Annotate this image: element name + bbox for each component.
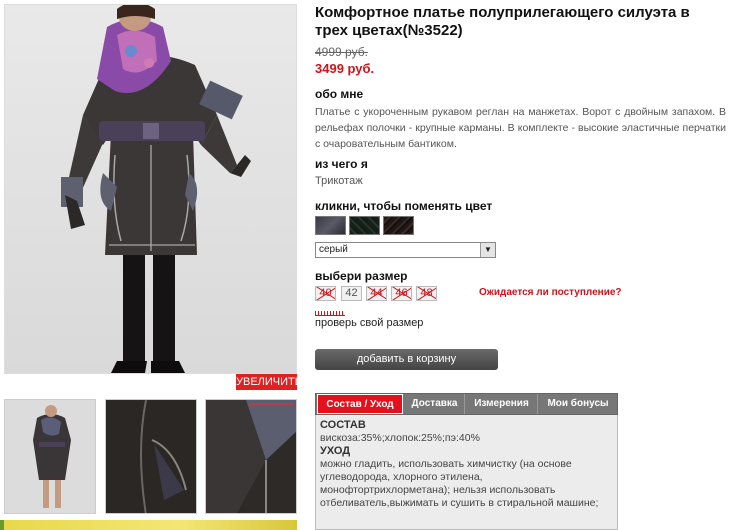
about-heading: обо мне <box>315 87 364 101</box>
size-option-48[interactable]: 48 <box>416 286 437 301</box>
info-tabs: Состав / Уход Доставка Измерения Мои бон… <box>315 393 618 415</box>
tab-delivery[interactable]: Доставка <box>405 394 465 414</box>
care-heading: УХОД <box>320 445 351 457</box>
composition-text: вискоза:35%;хлопок:25%;пэ:40% <box>320 432 480 444</box>
old-price: 4999 руб. <box>315 45 368 59</box>
tab-measurements[interactable]: Измерения <box>466 394 538 414</box>
color-select[interactable]: серый ▼ <box>315 242 496 258</box>
color-heading: кликни, чтобы поменять цвет <box>315 199 493 213</box>
tab-composition-care[interactable]: Состав / Уход <box>317 394 403 414</box>
size-option-44[interactable]: 44 <box>366 286 387 301</box>
color-swatch-grey[interactable] <box>315 216 346 235</box>
composition-heading: СОСТАВ <box>320 419 366 431</box>
product-title: Комфортное платье полуприлегающего силуэ… <box>315 4 690 39</box>
main-product-photo[interactable] <box>4 4 297 374</box>
thumbnail-collar-image <box>206 400 296 513</box>
check-size-link[interactable]: проверь свой размер <box>315 317 423 329</box>
size-option-42[interactable]: 42 <box>341 286 362 301</box>
material-value: Трикотаж <box>315 175 363 187</box>
color-swatch-green-plaid[interactable] <box>349 216 380 235</box>
thumbnail-pocket-image <box>140 400 187 513</box>
availability-link[interactable]: Ожидается ли поступление? <box>479 287 622 298</box>
model-photo-illustration <box>61 5 251 373</box>
material-heading: из чего я <box>315 157 368 171</box>
measuring-tape-icon[interactable] <box>315 309 345 316</box>
new-price: 3499 руб. <box>315 61 375 76</box>
color-select-value: серый <box>319 244 348 255</box>
thumbnail-pocket-detail[interactable] <box>105 399 197 514</box>
chevron-down-icon[interactable]: ▼ <box>480 243 495 257</box>
size-heading: выбери размер <box>315 269 408 283</box>
promo-banner-strip[interactable] <box>4 520 297 530</box>
size-option-40[interactable]: 40 <box>315 286 336 301</box>
thumbnail-collar-detail[interactable] <box>205 399 297 514</box>
size-option-46[interactable]: 46 <box>391 286 412 301</box>
care-text: можно гладить, использовать химчистку (н… <box>320 458 599 509</box>
tab-my-bonuses[interactable]: Мои бонусы <box>539 394 617 414</box>
thumbnail-front[interactable] <box>4 399 96 514</box>
zoom-button[interactable]: УВЕЛИЧИТЬ <box>236 374 302 390</box>
tab-content-panel: СОСТАВ вискоза:35%;хлопок:25%;пэ:40% УХО… <box>315 415 618 530</box>
thumbnail-front-image <box>33 405 71 508</box>
add-to-cart-button[interactable]: добавить в корзину <box>315 349 498 370</box>
color-swatch-brown-plaid[interactable] <box>383 216 414 235</box>
product-description: Платье с укороченным рукавом реглан на м… <box>315 106 726 150</box>
